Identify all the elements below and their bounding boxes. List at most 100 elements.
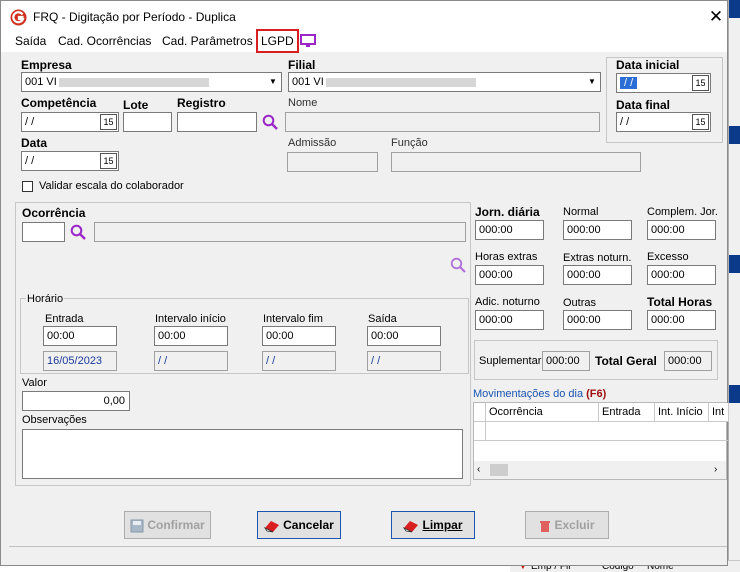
monitor-icon[interactable] <box>300 34 316 48</box>
saida-label: Saída <box>368 313 397 325</box>
outras-field[interactable]: 000:00 <box>563 310 632 330</box>
calendar-icon[interactable]: 15 <box>100 114 117 130</box>
chevron-down-icon[interactable]: ▼ <box>265 73 281 91</box>
competencia-input[interactable]: / / 15 <box>21 112 119 132</box>
redacted-text <box>325 77 476 87</box>
close-icon[interactable]: ✕ <box>705 7 727 27</box>
nome-field <box>285 112 600 132</box>
total-horas-field[interactable]: 000:00 <box>647 310 716 330</box>
menu-saida[interactable]: Saída <box>12 34 49 48</box>
adic-noturno-field[interactable]: 000:00 <box>475 310 544 330</box>
status-bar <box>9 546 727 565</box>
chevron-left-icon[interactable]: ‹ <box>477 464 480 475</box>
lote-label: Lote <box>123 98 149 112</box>
save-icon <box>130 519 144 533</box>
saida-time-input[interactable]: 00:00 <box>367 326 441 346</box>
complem-jor-label: Complem. Jor. <box>647 206 718 218</box>
intervalo-inicio-label: Intervalo início <box>155 313 226 325</box>
movimentacoes-title: Movimentações do dia (F6) <box>473 388 607 400</box>
suplementar-field: 000:00 <box>542 351 590 371</box>
calendar-icon[interactable]: 15 <box>692 114 709 130</box>
cancelar-button[interactable]: Cancelar <box>257 511 341 539</box>
chevron-right-icon[interactable]: › <box>714 464 717 475</box>
suplementar-label: Suplementar <box>479 355 542 367</box>
jorn-diaria-label: Jorn. diária <box>475 205 540 219</box>
jorn-diaria-field[interactable]: 000:00 <box>475 220 544 240</box>
menu-bar: Saída Cad. Ocorrências Cad. Parâmetros L… <box>1 29 727 53</box>
eraser-icon <box>263 520 280 533</box>
empresa-label: Empresa <box>21 58 72 72</box>
search-icon[interactable] <box>70 224 86 240</box>
limpar-button[interactable]: Limpar <box>391 511 475 539</box>
app-logo-icon <box>10 9 27 26</box>
data-final-label: Data final <box>616 98 671 112</box>
extras-noturn-label: Extras noturn. <box>563 252 632 264</box>
calendar-icon[interactable]: 15 <box>692 75 709 91</box>
grid-col-int-inicio[interactable]: Int. Início <box>655 403 709 422</box>
scrollbar-thumb[interactable] <box>490 464 508 476</box>
intervalo-fim-time-input[interactable]: 00:00 <box>262 326 336 346</box>
entrada-label: Entrada <box>45 313 84 325</box>
complem-jor-field[interactable]: 000:00 <box>647 220 716 240</box>
empresa-select[interactable]: 001 VI ▼ <box>21 72 282 92</box>
search-icon[interactable] <box>262 114 278 130</box>
data-final-input[interactable]: / / 15 <box>616 112 711 132</box>
menu-lgpd[interactable]: LGPD <box>256 29 299 53</box>
horario-title: Horário <box>26 293 65 305</box>
entrada-time-input[interactable]: 00:00 <box>43 326 117 346</box>
total-geral-label: Total Geral <box>595 354 657 368</box>
movimentacoes-grid[interactable]: Ocorrência Entrada Int. Início Int ‹ › <box>473 402 729 480</box>
intervalo-fim-label: Intervalo fim <box>263 313 323 325</box>
grid-col-int[interactable]: Int <box>709 403 729 422</box>
table-row[interactable] <box>486 422 728 441</box>
menu-cad-parametros[interactable]: Cad. Parâmetros <box>159 34 256 48</box>
shortcut-label: (F6) <box>586 388 607 400</box>
funcao-label: Função <box>391 137 428 149</box>
horizontal-scrollbar[interactable]: ‹ › <box>474 461 726 479</box>
funcao-field <box>391 152 641 172</box>
calendar-icon[interactable]: 15 <box>100 153 117 169</box>
horas-extras-label: Horas extras <box>475 251 538 263</box>
confirmar-button[interactable]: Confirmar <box>124 511 211 539</box>
horas-extras-field[interactable]: 000:00 <box>475 265 544 285</box>
extras-noturn-field[interactable]: 000:00 <box>563 265 632 285</box>
ocorrencia-code-input[interactable] <box>22 222 65 242</box>
normal-field[interactable]: 000:00 <box>563 220 632 240</box>
valor-input[interactable]: 0,00 <box>22 391 130 411</box>
data-inicial-input[interactable]: / / 15 <box>616 73 711 93</box>
trash-icon <box>540 520 551 532</box>
chevron-down-icon[interactable]: ▼ <box>584 73 600 91</box>
excesso-label: Excesso <box>647 251 689 263</box>
total-geral-field: 000:00 <box>664 351 712 371</box>
eraser-icon <box>403 520 419 533</box>
admissao-label: Admissão <box>288 137 337 149</box>
search-icon[interactable] <box>450 257 466 273</box>
grid-col-ocorrencia[interactable]: Ocorrência <box>486 403 599 422</box>
data-label: Data <box>21 136 48 150</box>
redacted-text <box>58 77 209 87</box>
background-app-edge <box>728 0 740 571</box>
grid-col-entrada[interactable]: Entrada <box>599 403 655 422</box>
validar-escala-checkbox[interactable] <box>22 181 33 192</box>
intervalo-inicio-date-field: / / <box>154 351 228 371</box>
saida-date-field: / / <box>367 351 441 371</box>
excluir-button[interactable]: Excluir <box>525 511 609 539</box>
registro-input[interactable] <box>177 112 257 132</box>
nome-label: Nome <box>288 97 318 109</box>
intervalo-inicio-time-input[interactable]: 00:00 <box>154 326 228 346</box>
ocorrencia-label: Ocorrência <box>22 206 86 220</box>
data-input[interactable]: / / 15 <box>21 151 119 171</box>
ocorrencia-desc-field <box>94 222 466 242</box>
excesso-field[interactable]: 000:00 <box>647 265 716 285</box>
data-inicial-label: Data inicial <box>616 58 680 72</box>
filial-select[interactable]: 001 VI ▼ <box>288 72 601 92</box>
adic-noturno-label: Adic. noturno <box>475 296 540 308</box>
observacoes-textarea[interactable] <box>22 429 463 479</box>
observacoes-label: Observações <box>22 414 87 426</box>
competencia-label: Competência <box>21 96 97 110</box>
valor-label: Valor <box>22 377 47 389</box>
lote-input[interactable] <box>123 112 172 132</box>
entrada-date-field: 16/05/2023 <box>43 351 117 371</box>
menu-cad-ocorrencias[interactable]: Cad. Ocorrências <box>55 34 154 48</box>
registro-label: Registro <box>177 96 226 110</box>
